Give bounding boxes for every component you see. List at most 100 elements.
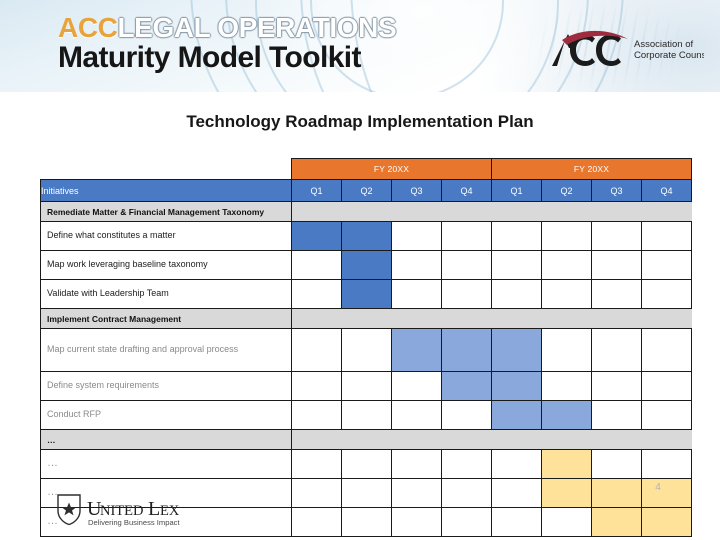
header-spacer (41, 159, 292, 180)
timeline-cell-filled[interactable] (291, 221, 342, 251)
fiscal-year-band-1: FY 20XX (290, 158, 493, 180)
timeline-cell-filled[interactable] (641, 507, 693, 537)
timeline-cell-empty[interactable] (591, 400, 643, 430)
timeline-cell-filled[interactable] (541, 400, 593, 430)
unitedlex-ex: EX (160, 503, 180, 519)
timeline-cell-empty[interactable] (291, 328, 342, 372)
timeline-cell-empty[interactable] (291, 279, 342, 309)
task-label: Conduct RFP (40, 400, 292, 430)
timeline-cell-filled[interactable] (541, 478, 593, 508)
timeline-cell-filled[interactable] (440, 371, 493, 401)
timeline-cell-empty[interactable] (440, 279, 493, 309)
timeline-cell-empty[interactable] (491, 478, 543, 508)
timeline-cell-empty[interactable] (291, 478, 342, 508)
timeline-cell-empty[interactable] (641, 328, 693, 372)
roadmap-table: FY 20XX FY 20XX Initiatives Q1 Q2 Q3 Q4 … (40, 158, 693, 537)
brand-legal-operations-text: LEGAL OPERATIONS (117, 12, 397, 43)
timeline-cell-empty[interactable] (391, 221, 442, 251)
timeline-cell-empty[interactable] (440, 478, 493, 508)
quarter-header-q2-y2: Q2 (541, 179, 593, 202)
timeline-cell-empty[interactable] (591, 250, 643, 280)
quarter-header-q2-y1: Q2 (341, 179, 392, 202)
timeline-cell-empty[interactable] (541, 250, 593, 280)
fiscal-year-row: FY 20XX FY 20XX (41, 158, 693, 180)
timeline-cell-filled[interactable] (541, 449, 593, 479)
acc-association-logo: Association of Corporate Counsel (552, 30, 704, 66)
timeline-cell-empty[interactable] (391, 371, 442, 401)
timeline-cell-empty[interactable] (641, 371, 693, 401)
timeline-cell-empty[interactable] (440, 449, 493, 479)
timeline-cell-empty[interactable] (391, 449, 442, 479)
timeline-cell-empty[interactable] (391, 478, 442, 508)
timeline-cell-empty[interactable] (291, 507, 342, 537)
timeline-cell-empty[interactable] (391, 400, 442, 430)
timeline-cell-empty[interactable] (591, 279, 643, 309)
quarter-header-row: Initiatives Q1 Q2 Q3 Q4 Q1 Q2 Q3 Q4 (40, 179, 693, 202)
table-header: FY 20XX FY 20XX Initiatives Q1 Q2 Q3 Q4 … (40, 158, 693, 202)
initiatives-column-header: Initiatives (40, 179, 292, 202)
timeline-cell-empty[interactable] (291, 250, 342, 280)
quarter-header-q4-y2: Q4 (641, 179, 693, 202)
acc-logo-tagline-line1: Association of (634, 39, 694, 50)
fiscal-year-band-2: FY 20XX (491, 158, 693, 180)
timeline-cell-empty[interactable] (591, 449, 643, 479)
quarter-header-q3-y1: Q3 (391, 179, 442, 202)
quarter-header-q4-y1: Q4 (440, 179, 493, 202)
timeline-cell-empty[interactable] (341, 507, 392, 537)
timeline-cell-empty[interactable] (440, 221, 493, 251)
timeline-cell-empty[interactable] (491, 507, 543, 537)
brand-line-1: ACCLEGAL OPERATIONS (58, 12, 397, 43)
timeline-cell-empty[interactable] (391, 250, 442, 280)
timeline-cell-empty[interactable] (491, 449, 543, 479)
timeline-cell-empty[interactable] (491, 279, 543, 309)
timeline-cell-empty[interactable] (641, 221, 693, 251)
timeline-cell-filled[interactable] (491, 400, 543, 430)
timeline-cell-empty[interactable] (341, 371, 392, 401)
timeline-cell-empty[interactable] (391, 279, 442, 309)
unitedlex-logo: U NITED L EX Delivering Business Impact (57, 494, 180, 527)
timeline-cell-empty[interactable] (641, 400, 693, 430)
brand-line-2: Maturity Model Toolkit (58, 41, 362, 74)
timeline-cell-empty[interactable] (341, 449, 392, 479)
timeline-cell-empty[interactable] (291, 400, 342, 430)
timeline-cell-filled[interactable] (591, 507, 643, 537)
timeline-cell-empty[interactable] (491, 250, 543, 280)
timeline-cell-filled[interactable] (341, 221, 392, 251)
timeline-cell-filled[interactable] (591, 478, 643, 508)
timeline-cell-empty[interactable] (391, 507, 442, 537)
table-row: Conduct RFP (40, 400, 693, 430)
section-title: Implement Contract Management (40, 308, 292, 329)
timeline-cell-empty[interactable] (541, 371, 593, 401)
timeline-cell-filled[interactable] (491, 371, 543, 401)
timeline-cell-filled[interactable] (341, 279, 392, 309)
section-header-row: … (40, 429, 693, 450)
timeline-cell-empty[interactable] (541, 221, 593, 251)
timeline-cell-empty[interactable] (641, 449, 693, 479)
timeline-cell-empty[interactable] (341, 328, 392, 372)
quarter-header-q1-y1: Q1 (291, 179, 342, 202)
timeline-cell-empty[interactable] (291, 371, 342, 401)
timeline-cell-filled[interactable] (491, 328, 543, 372)
timeline-cell-empty[interactable] (541, 279, 593, 309)
timeline-cell-empty[interactable] (440, 250, 493, 280)
timeline-cell-empty[interactable] (440, 400, 493, 430)
task-label: Validate with Leadership Team (40, 279, 292, 309)
timeline-cell-empty[interactable] (291, 449, 342, 479)
timeline-cell-empty[interactable] (641, 279, 693, 309)
unitedlex-l: L (148, 498, 160, 520)
timeline-cell-empty[interactable] (440, 507, 493, 537)
timeline-cell-filled[interactable] (440, 328, 493, 372)
timeline-cell-empty[interactable] (491, 221, 543, 251)
unitedlex-tagline: Delivering Business Impact (88, 518, 180, 527)
table-row: Validate with Leadership Team (40, 279, 693, 309)
timeline-cell-empty[interactable] (341, 400, 392, 430)
timeline-cell-empty[interactable] (591, 371, 643, 401)
timeline-cell-empty[interactable] (541, 507, 593, 537)
timeline-cell-empty[interactable] (341, 478, 392, 508)
timeline-cell-empty[interactable] (541, 328, 593, 372)
timeline-cell-empty[interactable] (591, 221, 643, 251)
timeline-cell-filled[interactable] (391, 328, 442, 372)
timeline-cell-empty[interactable] (591, 328, 643, 372)
timeline-cell-empty[interactable] (641, 250, 693, 280)
timeline-cell-filled[interactable] (341, 250, 392, 280)
